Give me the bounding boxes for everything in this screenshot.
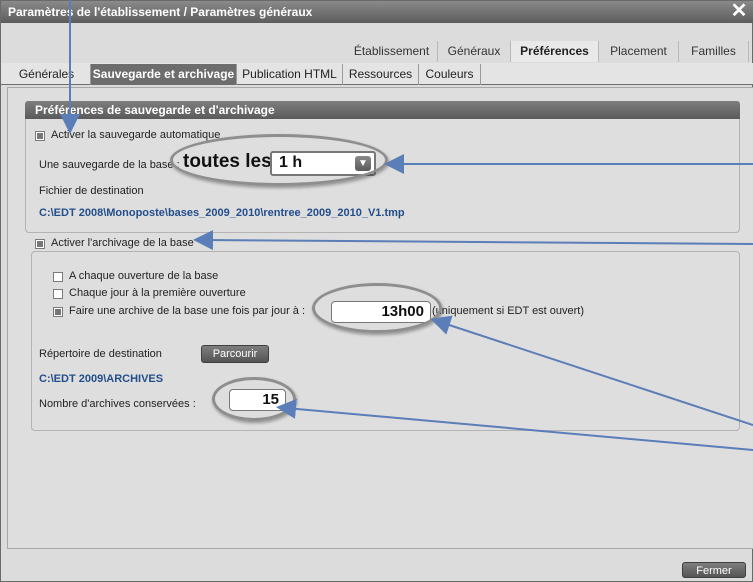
browse-button[interactable]: Parcourir — [201, 345, 269, 363]
sub-tab-bar: Générales Sauvegarde et archivage Public… — [1, 63, 753, 85]
dest-file-label: Fichier de destination — [39, 185, 144, 197]
frequency-select[interactable]: 1 h ▼ — [270, 151, 376, 176]
archive-time-note: (uniquement si EDT est ouvert) — [432, 305, 585, 317]
option-daily-first-label: Chaque jour à la première ouverture — [69, 287, 246, 299]
tab-familles[interactable]: Familles — [679, 41, 749, 62]
frequency-zoom-label: toutes les — [183, 151, 272, 172]
frequency-prefix-label: Une sauvegarde de la base : — [39, 159, 180, 171]
option-daily-time-label: Faire une archive de la base une fois pa… — [69, 305, 306, 317]
close-icon[interactable]: ✕ — [730, 1, 748, 23]
window-title: Paramètres de l'établissement / Paramètr… — [8, 5, 313, 19]
tab-preferences[interactable]: Préférences — [511, 41, 599, 62]
tab-generaux[interactable]: Généraux — [438, 41, 511, 62]
tab-placement[interactable]: Placement — [599, 41, 679, 62]
autosave-label: Activer la sauvegarde automatique — [51, 129, 221, 141]
dest-dir-path: C:\EDT 2009\ARCHIVES — [39, 373, 164, 385]
autosave-checkbox[interactable] — [35, 131, 45, 141]
archive-checkbox[interactable] — [35, 239, 45, 249]
dest-file-path: C:\EDT 2008\Monoposte\bases_2009_2010\re… — [39, 207, 405, 219]
archive-label: Activer l'archivage de la base — [51, 237, 194, 249]
dialog-window: Paramètres de l'établissement / Paramètr… — [0, 0, 753, 582]
archive-count-input[interactable]: 15 — [229, 389, 286, 411]
option-each-open-checkbox[interactable] — [53, 272, 63, 282]
dest-dir-label: Répertoire de destination — [39, 348, 162, 360]
archive-time-input[interactable]: 13h00 — [331, 301, 431, 323]
option-daily-time-checkbox[interactable] — [53, 307, 63, 317]
archive-count-label: Nombre d'archives conservées : — [39, 398, 196, 410]
close-button[interactable]: Fermer — [682, 562, 746, 578]
tab-etablissement[interactable]: Établissement — [346, 41, 438, 62]
chevron-down-icon[interactable]: ▼ — [355, 156, 371, 171]
subtab-publication-html[interactable]: Publication HTML — [237, 64, 343, 85]
option-daily-first-checkbox[interactable] — [53, 289, 63, 299]
frequency-value: 1 h — [279, 154, 303, 171]
subtab-generales[interactable]: Générales — [3, 64, 91, 85]
subtab-couleurs[interactable]: Couleurs — [419, 64, 481, 85]
subtab-sauvegarde-archivage[interactable]: Sauvegarde et archivage — [91, 64, 237, 85]
option-each-open-label: A chaque ouverture de la base — [69, 270, 219, 282]
subtab-ressources[interactable]: Ressources — [343, 64, 419, 85]
title-bar: Paramètres de l'établissement / Paramètr… — [1, 1, 753, 23]
section-title: Préférences de sauvegarde et d'archivage — [25, 101, 740, 119]
